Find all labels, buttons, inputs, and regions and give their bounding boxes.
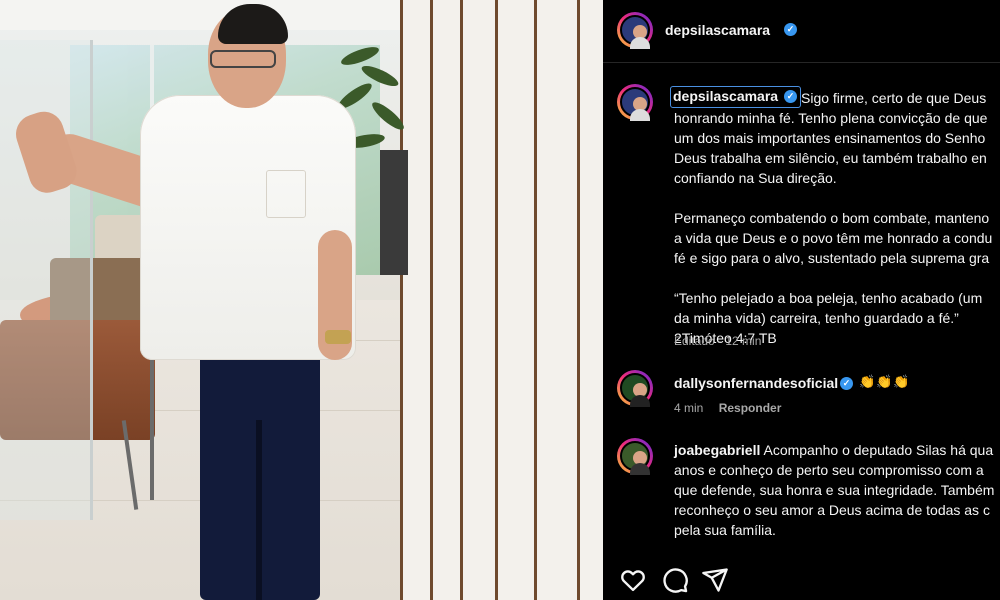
post-photo[interactable] — [0, 0, 603, 600]
comment-username[interactable]: joabegabriell — [674, 442, 760, 458]
author-username[interactable]: depsilascamara — [665, 22, 770, 38]
share-icon[interactable] — [701, 566, 729, 594]
edited-meta: Editado · 12 min — [674, 334, 762, 348]
heart-icon[interactable] — [619, 566, 647, 594]
author-avatar[interactable] — [617, 12, 653, 49]
commenter-avatar[interactable] — [617, 370, 653, 407]
comment-meta: 4 min Responder — [674, 401, 782, 415]
comment-icon[interactable] — [661, 566, 689, 594]
caption-text: Sigo firme, certo de que Deus honrando m… — [674, 90, 993, 346]
clap-emoji: 👏👏👏 — [859, 374, 911, 389]
glasses — [210, 50, 276, 68]
post-actions — [603, 560, 1000, 600]
post-sidebar: depsilascamara ✓ depsilascamara ✓ Sigo f… — [603, 0, 1000, 600]
verified-badge-icon: ✓ — [840, 377, 853, 390]
waving-hand — [10, 106, 82, 198]
person — [0, 0, 603, 600]
verified-badge-icon: ✓ — [784, 23, 797, 36]
reply-button[interactable]: Responder — [719, 401, 782, 415]
post-header: depsilascamara ✓ — [603, 0, 1000, 63]
screenshot: depsilascamara ✓ depsilascamara ✓ Sigo f… — [0, 0, 1000, 600]
commenter-avatar[interactable] — [617, 438, 653, 475]
comment-text: joabegabriell Acompanho o deputado Silas… — [674, 442, 995, 538]
comment-username[interactable]: dallysonfernandesoficial — [674, 375, 838, 391]
caption-avatar[interactable] — [617, 84, 653, 121]
watch — [325, 330, 351, 344]
